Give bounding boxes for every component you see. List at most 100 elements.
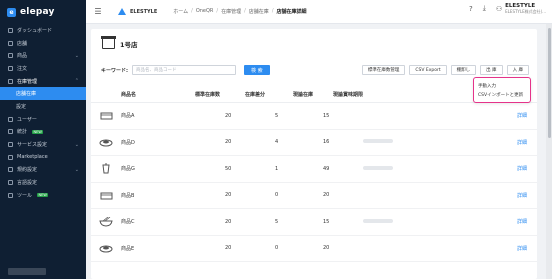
current-stock: 15: [323, 112, 330, 119]
brand[interactable]: e elepay: [0, 0, 86, 24]
main-card: 1号店 キーワード: 検 索 標準在庫数管理 CSV Export 棚卸し 出 …: [91, 29, 537, 279]
menu-item-csv-import[interactable]: CSVインポートと更新: [478, 90, 526, 99]
current-stock: 16: [323, 139, 330, 146]
keyword-label: キーワード:: [101, 67, 129, 74]
user-icon: [8, 116, 13, 122]
store-logo-icon: [118, 8, 126, 15]
chevron-down-icon: ⌄: [74, 141, 79, 148]
sidebar-item-dashboard[interactable]: ダッシュボード: [0, 24, 86, 37]
download-icon[interactable]: ⤓: [483, 4, 486, 13]
sushi-roll-icon: [99, 137, 113, 147]
detail-link[interactable]: 詳細: [493, 165, 533, 172]
new-badge: NEW: [37, 193, 49, 198]
table-row: 商品E 20 0 20 詳細: [91, 236, 537, 262]
table-row: 商品A 20 5 15 詳細: [91, 103, 537, 130]
sidebar-nav: ダッシュボード 店舗 商品 ⌄ 注文 在庫管理 ⌃ 店舗在庫 設定 ユーザー 統計 N…: [0, 24, 86, 202]
toolbar: 標準在庫数管理 CSV Export 棚卸し 出 庫 入 庫: [361, 65, 529, 75]
table-row: 商品G 50 1 49 詳細: [91, 156, 537, 183]
header-stock-diff: 在庫差分: [245, 92, 266, 98]
store-name: ELESTYLE: [130, 8, 158, 15]
breadcrumb-current: 店舗在庫詳細: [276, 9, 307, 15]
chevron-down-icon: ⌄: [74, 52, 79, 59]
expiry: [363, 218, 493, 225]
stock-diff: 0: [275, 245, 279, 252]
standard-stock: 20: [225, 218, 232, 225]
standard-stock: 20: [225, 192, 232, 199]
header-standard-stock: 標準在庫数: [195, 92, 221, 98]
breadcrumb-item[interactable]: OneQR: [196, 8, 214, 15]
marketplace-icon: [8, 154, 13, 160]
stock-in-dropdown: 手動入力 CSVインポートと更新: [473, 77, 531, 103]
stock-diff: 4: [275, 139, 279, 146]
sidebar-item-inventory[interactable]: 在庫管理 ⌃: [0, 75, 86, 88]
sidebar-item-service-settings[interactable]: サービス設定 ⌄: [0, 138, 86, 151]
current-stock: 20: [323, 245, 330, 252]
food-box-icon: [99, 111, 113, 121]
sidebar-item-stats[interactable]: 統計 NEW: [0, 126, 86, 139]
sidebar-item-orders[interactable]: 注文: [0, 62, 86, 75]
new-badge: NEW: [32, 129, 44, 134]
sidebar-item-store-inventory[interactable]: 店舗在庫: [0, 87, 86, 101]
current-stock: 20: [323, 192, 330, 199]
current-stock: 49: [323, 165, 330, 172]
sidebar-item-marketplace[interactable]: Marketplace: [0, 151, 86, 164]
detail-link[interactable]: 詳細: [493, 112, 533, 119]
chevron-up-icon: ⌃: [74, 78, 79, 85]
detail-link[interactable]: 詳細: [493, 192, 533, 199]
header-product-name: 商品名: [121, 92, 137, 98]
csv-export-button[interactable]: CSV Export: [409, 65, 447, 75]
brand-name: elepay: [20, 7, 55, 17]
order-icon: [8, 65, 13, 71]
search-input[interactable]: [132, 65, 237, 75]
breadcrumb: ホーム / OneQR / 在庫管理 / 店舗在庫 / 店舗在庫詳細: [173, 8, 307, 15]
sidebar-item-terms[interactable]: 規約設定 ⌄: [0, 164, 86, 177]
detail-link[interactable]: 詳細: [493, 245, 533, 252]
table-row: 商品C 20 5 15 詳細: [91, 209, 537, 236]
product-name: 商品C: [121, 219, 135, 226]
redacted-date: [363, 218, 393, 223]
stock-diff: 1: [275, 165, 279, 172]
gear-icon: [8, 142, 13, 148]
standard-stock-button[interactable]: 標準在庫数管理: [361, 65, 406, 75]
product-name: 商品A: [121, 113, 135, 120]
title-row: 1号店: [101, 36, 138, 49]
breadcrumb-item[interactable]: ホーム: [173, 8, 188, 15]
user-menu[interactable]: ⚇ ELESTYLE ELESTYLE株式会社(...: [496, 3, 546, 14]
sidebar-item-inventory-settings[interactable]: 設定: [0, 100, 86, 113]
detail-link[interactable]: 詳細: [493, 218, 533, 225]
sidebar: e elepay ダッシュボード 店舗 商品 ⌄ 注文 在庫管理 ⌃ 店舗在庫 設定…: [0, 0, 86, 279]
food-box-icon: [99, 190, 113, 200]
redacted-date: [363, 139, 393, 144]
noodle-bowl-icon: [99, 216, 113, 227]
menu-item-manual-input[interactable]: 手動入力: [478, 81, 526, 90]
elepay-logo-icon: e: [7, 7, 16, 17]
product-name: 商品G: [121, 166, 135, 173]
page-title: 1号店: [120, 40, 138, 49]
stock-diff: 0: [275, 192, 279, 199]
sidebar-item-products[interactable]: 商品 ⌄: [0, 49, 86, 62]
sidebar-footer-redacted: [8, 268, 46, 275]
breadcrumb-item[interactable]: 在庫管理: [221, 8, 241, 15]
help-icon[interactable]: ?: [469, 5, 473, 13]
table-header: 商品名 標準在庫数 在庫差分 現論在庫 現論賞味期限: [91, 87, 537, 103]
user-company: ELESTYLE株式会社(...: [505, 8, 546, 14]
header-actions: ? ⤓ ⚇ ELESTYLE ELESTYLE株式会社(...: [469, 3, 546, 14]
sidebar-item-tools[interactable]: ツール NEW: [0, 189, 86, 202]
stock-diff: 5: [275, 112, 279, 119]
vertical-scrollbar[interactable]: [546, 24, 552, 279]
standard-stock: 50: [225, 165, 232, 172]
product-name: 商品E: [121, 245, 135, 252]
menu-icon[interactable]: ☰: [90, 7, 106, 16]
breadcrumb-item[interactable]: 店舗在庫: [249, 8, 269, 15]
search-bar: キーワード: 検 索: [101, 65, 270, 75]
stocktake-button[interactable]: 棚卸し: [450, 65, 477, 75]
sidebar-item-users[interactable]: ユーザー: [0, 113, 86, 126]
sidebar-item-store[interactable]: 店舗: [0, 37, 86, 50]
detail-link[interactable]: 詳細: [493, 139, 533, 146]
stock-out-button[interactable]: 出 庫: [480, 65, 503, 75]
sidebar-item-language[interactable]: 言語設定: [0, 176, 86, 189]
product-name: 商品B: [121, 192, 135, 199]
search-button[interactable]: 検 索: [244, 65, 270, 75]
stock-in-button[interactable]: 入 庫: [506, 65, 529, 75]
chevron-down-icon: ⌄: [74, 166, 79, 173]
